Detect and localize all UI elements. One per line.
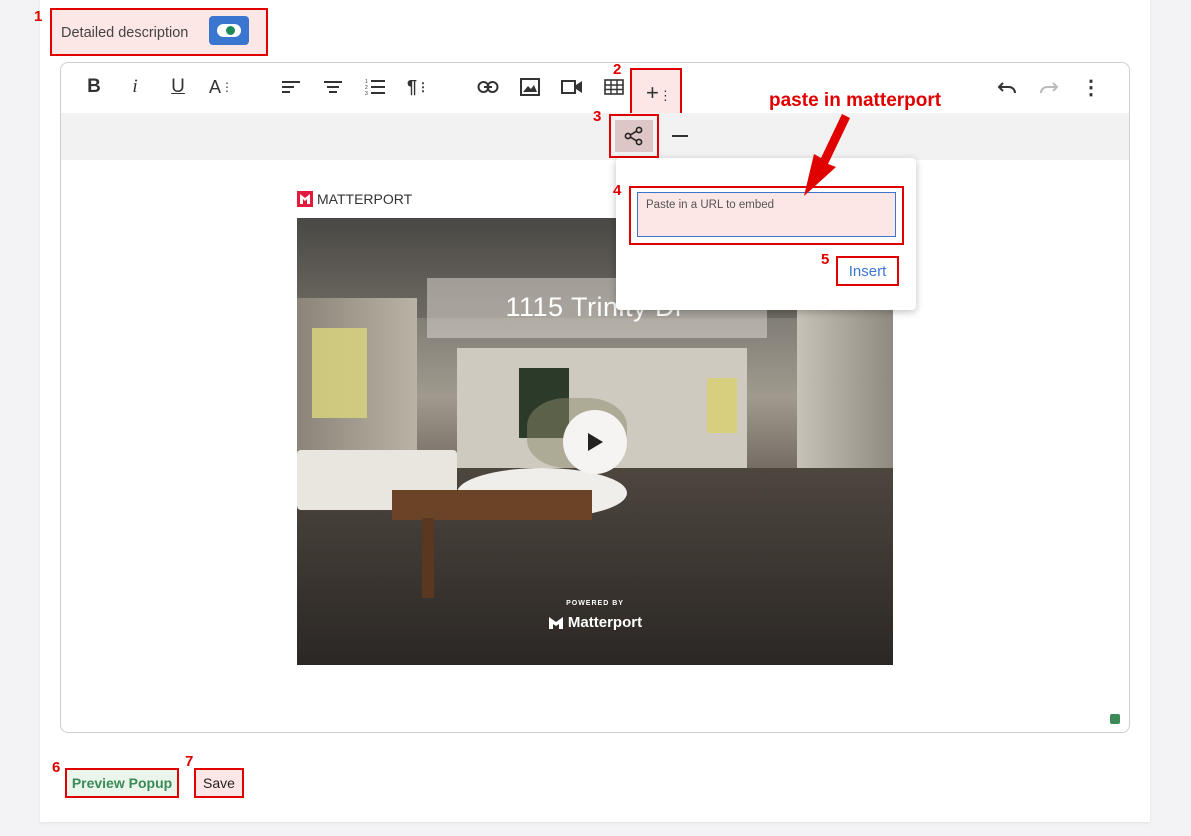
font-size-icon: A: [208, 76, 221, 97]
annotation-3: 3: [593, 108, 602, 125]
annotation-2: 2: [613, 61, 622, 78]
powered-by-label: POWERED BY: [566, 600, 624, 607]
insert-more-icon: +⋮: [646, 80, 672, 105]
more-button[interactable]: ⋮: [1076, 72, 1106, 102]
link-button[interactable]: [473, 72, 503, 102]
bold-button[interactable]: B: [79, 72, 109, 102]
callout-text: paste in matterport: [769, 90, 942, 111]
wall-art-2: [707, 378, 737, 433]
share-embed-icon: [624, 126, 643, 146]
video-icon: [561, 80, 582, 94]
annotation-6: 6: [52, 759, 61, 776]
matterport-watermark: Matterport: [297, 614, 893, 631]
wall-art: [312, 328, 367, 418]
font-size-button[interactable]: A ⋮: [206, 72, 236, 102]
link-icon: [477, 81, 499, 93]
toggle-label: Detailed description: [61, 25, 189, 41]
callout-arrow-icon: [804, 114, 850, 196]
annotation-5: 5: [821, 251, 830, 268]
matterport-logo-icon: [297, 191, 313, 207]
resize-handle[interactable]: [1110, 714, 1120, 724]
play-button[interactable]: [563, 410, 627, 474]
paragraph-icon: ¶: [406, 76, 417, 97]
insert-more-button[interactable]: +⋮: [630, 68, 682, 115]
matterport-mark-icon: [548, 616, 563, 629]
preview-popup-button[interactable]: Preview Popup: [65, 768, 179, 798]
redo-icon: [1040, 82, 1059, 94]
annotation-7: 7: [185, 753, 194, 770]
save-button[interactable]: Save: [194, 768, 244, 798]
image-button[interactable]: [515, 72, 545, 102]
align-center-icon: [324, 81, 342, 93]
embed-button[interactable]: [609, 114, 659, 158]
detailed-description-row: Detailed description: [50, 8, 268, 56]
redo-button[interactable]: [1034, 72, 1064, 102]
ordered-list-button[interactable]: 123: [360, 72, 390, 102]
annotation-4: 4: [613, 182, 622, 199]
ordered-list-icon: 123: [365, 79, 385, 96]
annotation-1: 1: [34, 8, 43, 25]
undo-icon: [997, 82, 1016, 94]
table-icon: [604, 79, 624, 95]
horizontal-rule-button[interactable]: [665, 121, 695, 151]
image-icon: [520, 78, 540, 96]
paragraph-button[interactable]: ¶ ⋮: [403, 72, 433, 102]
align-left-icon: [282, 81, 300, 93]
svg-text:3: 3: [365, 91, 368, 96]
insert-button[interactable]: Insert: [836, 256, 899, 286]
coffee-table: [392, 490, 592, 520]
italic-button[interactable]: i: [120, 72, 150, 102]
align-center-button[interactable]: [318, 72, 348, 102]
align-left-button[interactable]: [276, 72, 306, 102]
table-leg: [422, 518, 434, 598]
undo-button[interactable]: [992, 72, 1022, 102]
detailed-description-toggle[interactable]: [209, 16, 249, 45]
video-button[interactable]: [557, 72, 587, 102]
horizontal-rule-icon: [672, 135, 688, 137]
underline-button[interactable]: U: [163, 72, 193, 102]
more-icon: ⋮: [1081, 76, 1101, 99]
matterport-brand: MATTERPORT: [297, 191, 412, 207]
play-icon: [588, 433, 603, 451]
